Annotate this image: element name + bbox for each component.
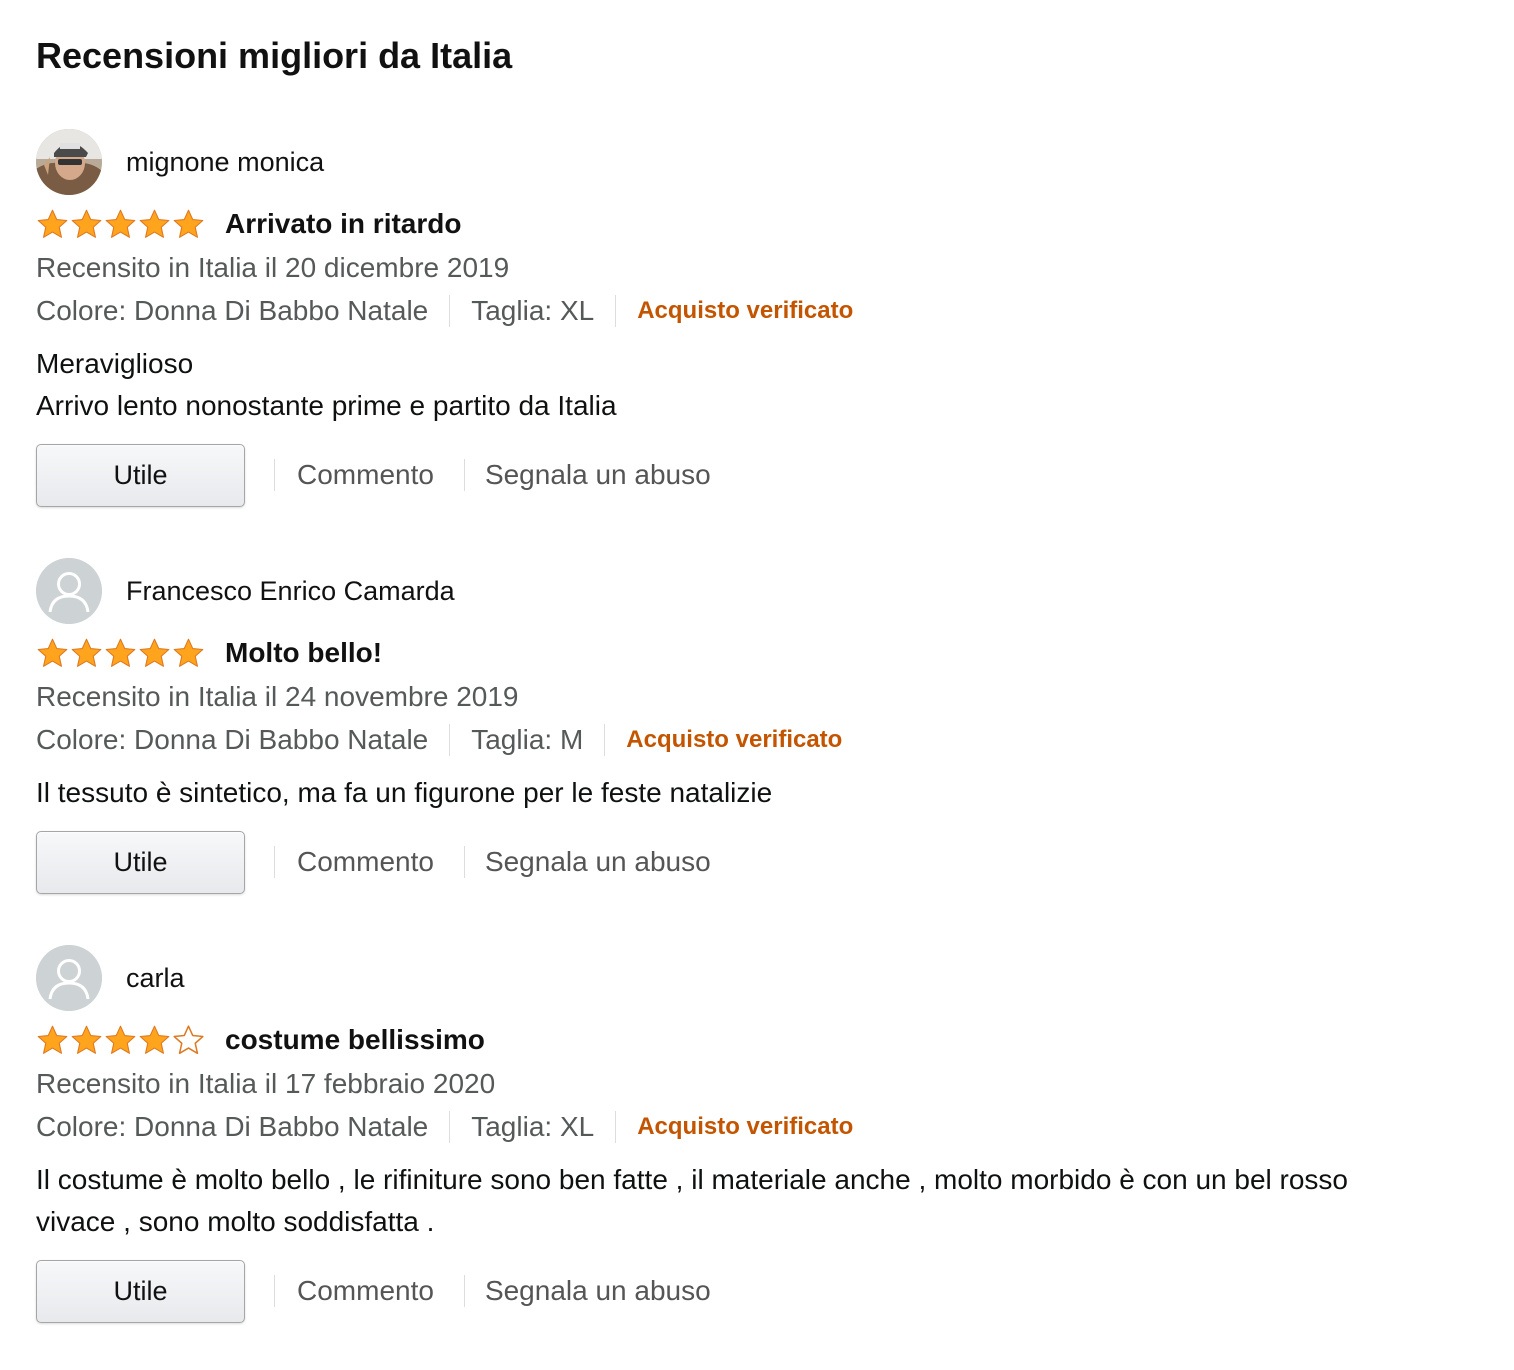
- star-filled-icon: [105, 1025, 136, 1054]
- reviewer-name[interactable]: Francesco Enrico Camarda: [126, 576, 455, 607]
- reviewer-profile[interactable]: mignone monica: [36, 128, 324, 196]
- star-filled-icon: [105, 209, 136, 238]
- star-filled-icon: [105, 638, 136, 667]
- star-filled-icon: [139, 209, 170, 238]
- review-card: mignone monica Arrivato in ritardo Recen…: [36, 128, 1486, 513]
- verified-purchase-badge: Acquisto verificato: [626, 726, 843, 753]
- avatar[interactable]: [36, 129, 102, 195]
- review-date: Recensito in Italia il 17 febbraio 2020: [36, 1068, 496, 1099]
- review-actions: Utile Commento Segnala un abuso: [36, 829, 711, 895]
- variant-color[interactable]: Colore: Donna Di Babbo Natale: [36, 724, 428, 756]
- default-avatar-icon: [36, 558, 102, 624]
- reviewer-profile[interactable]: Francesco Enrico Camarda: [36, 557, 455, 625]
- review-actions: Utile Commento Segnala un abuso: [36, 442, 711, 508]
- star-rating[interactable]: [36, 1024, 205, 1057]
- review-card: carla costume bellissimo Recensito in It…: [36, 944, 1486, 1329]
- divider: [615, 295, 617, 327]
- variant-size[interactable]: Taglia: M: [471, 724, 583, 756]
- reviewer-name[interactable]: carla: [126, 963, 185, 994]
- star-empty-icon: [173, 1024, 204, 1054]
- review-body: Il costume è molto bello , le rifiniture…: [36, 1159, 1486, 1243]
- star-filled-icon: [139, 1025, 170, 1054]
- divider: [615, 1111, 617, 1143]
- report-abuse-link[interactable]: Segnala un abuso: [485, 1275, 711, 1307]
- divider: [274, 459, 275, 491]
- review-date: Recensito in Italia il 20 dicembre 2019: [36, 252, 510, 283]
- variant-color[interactable]: Colore: Donna Di Babbo Natale: [36, 1111, 428, 1143]
- review-body: Il tessuto è sintetico, ma fa un figuron…: [36, 772, 1486, 814]
- star-filled-icon: [71, 638, 102, 667]
- star-filled-icon: [37, 209, 68, 238]
- review-title[interactable]: costume bellissimo: [225, 1024, 485, 1056]
- divider: [449, 1111, 451, 1143]
- variant-size[interactable]: Taglia: XL: [471, 1111, 594, 1143]
- user-photo-icon: [36, 129, 102, 195]
- variant-color[interactable]: Colore: Donna Di Babbo Natale: [36, 295, 428, 327]
- review-body: Meraviglioso Arrivo lento nonostante pri…: [36, 343, 1486, 427]
- review-title[interactable]: Molto bello!: [225, 637, 382, 669]
- helpful-button[interactable]: Utile: [36, 443, 245, 507]
- review-actions: Utile Commento Segnala un abuso: [36, 1258, 711, 1324]
- divider: [449, 724, 451, 756]
- reviewer-profile[interactable]: carla: [36, 944, 185, 1012]
- star-filled-icon: [37, 638, 68, 667]
- verified-purchase-badge: Acquisto verificato: [637, 1113, 854, 1140]
- comment-link[interactable]: Commento: [297, 1275, 434, 1307]
- divider: [463, 459, 465, 491]
- page-title: Recensioni migliori da Italia: [36, 35, 513, 76]
- review-text-line: Meraviglioso: [36, 348, 194, 379]
- helpful-button[interactable]: Utile: [36, 830, 245, 894]
- comment-link[interactable]: Commento: [297, 459, 434, 491]
- star-rating[interactable]: [36, 208, 205, 241]
- avatar[interactable]: [36, 945, 102, 1011]
- review-text-line: Il tessuto è sintetico, ma fa un figuron…: [36, 777, 773, 808]
- reviewer-name[interactable]: mignone monica: [126, 147, 324, 178]
- avatar[interactable]: [36, 558, 102, 624]
- divider: [274, 846, 275, 878]
- divider: [274, 1275, 275, 1307]
- review-text-line: Arrivo lento nonostante prime e partito …: [36, 390, 617, 421]
- format-strip: Colore: Donna Di Babbo Natale Taglia: XL…: [36, 1107, 853, 1147]
- rating-line: Molto bello!: [36, 631, 382, 675]
- divider: [463, 846, 465, 878]
- variant-size[interactable]: Taglia: XL: [471, 295, 594, 327]
- verified-purchase-badge: Acquisto verificato: [637, 297, 854, 324]
- star-filled-icon: [139, 638, 170, 667]
- divider: [604, 724, 606, 756]
- review-text-line: vivace , sono molto soddisfatta .: [36, 1206, 435, 1237]
- review-text-line: Il costume è molto bello , le rifiniture…: [36, 1164, 1349, 1195]
- rating-line: costume bellissimo: [36, 1018, 485, 1062]
- review-date: Recensito in Italia il 24 novembre 2019: [36, 681, 519, 712]
- report-abuse-link[interactable]: Segnala un abuso: [485, 459, 711, 491]
- divider: [449, 295, 451, 327]
- star-filled-icon: [173, 638, 204, 667]
- default-avatar-icon: [36, 945, 102, 1011]
- star-filled-icon: [173, 209, 204, 238]
- comment-link[interactable]: Commento: [297, 846, 434, 878]
- star-filled-icon: [71, 1025, 102, 1054]
- report-abuse-link[interactable]: Segnala un abuso: [485, 846, 711, 878]
- format-strip: Colore: Donna Di Babbo Natale Taglia: M …: [36, 720, 842, 760]
- rating-line: Arrivato in ritardo: [36, 202, 461, 246]
- star-rating[interactable]: [36, 637, 205, 670]
- helpful-button[interactable]: Utile: [36, 1259, 245, 1323]
- star-filled-icon: [71, 209, 102, 238]
- star-filled-icon: [37, 1025, 68, 1054]
- review-card: Francesco Enrico Camarda Molto bello! Re…: [36, 557, 1486, 897]
- divider: [463, 1275, 465, 1307]
- format-strip: Colore: Donna Di Babbo Natale Taglia: XL…: [36, 291, 853, 331]
- review-title[interactable]: Arrivato in ritardo: [225, 208, 461, 240]
